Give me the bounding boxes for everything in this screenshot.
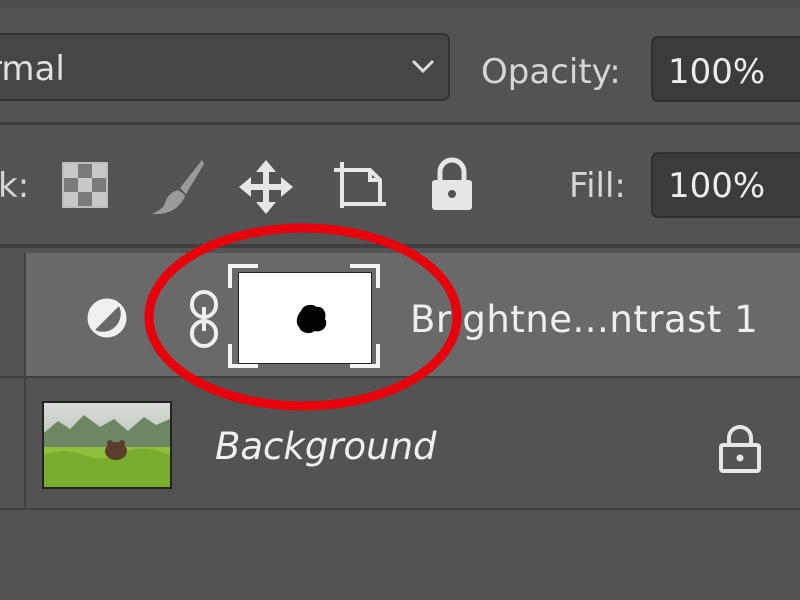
move-arrows-icon[interactable] bbox=[238, 159, 294, 215]
fill-label: Fill: bbox=[569, 166, 626, 206]
panel-top-edge bbox=[0, 0, 800, 8]
row-divider bbox=[0, 508, 800, 510]
chevron-down-icon[interactable] bbox=[410, 56, 436, 76]
layer-name[interactable]: Background bbox=[215, 425, 437, 468]
artboard-icon[interactable] bbox=[330, 158, 390, 214]
divider bbox=[0, 122, 800, 125]
brush-icon[interactable] bbox=[150, 158, 206, 216]
half-circle-icon bbox=[86, 297, 128, 339]
lock-icon[interactable] bbox=[428, 157, 476, 211]
lock-outline-icon[interactable] bbox=[718, 425, 762, 473]
lock-label: k: bbox=[0, 166, 30, 206]
background-layer-thumbnail[interactable] bbox=[42, 401, 172, 489]
blend-mode-dropdown[interactable] bbox=[0, 33, 450, 101]
blend-mode-value: rmal bbox=[0, 49, 65, 89]
layer-gutter bbox=[0, 253, 24, 508]
annotation-ellipse bbox=[143, 221, 463, 413]
opacity-value: 100% bbox=[668, 52, 766, 92]
checkerboard-icon[interactable] bbox=[62, 162, 108, 208]
opacity-label: Opacity: bbox=[481, 52, 621, 92]
fill-value: 100% bbox=[668, 166, 766, 206]
